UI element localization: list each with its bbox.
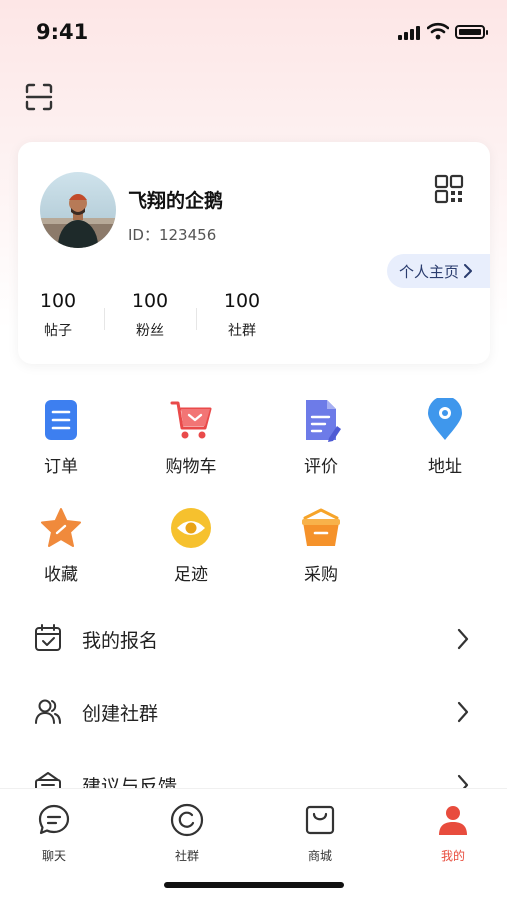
- shortcut-label: 收藏: [44, 565, 78, 585]
- location-icon: [428, 396, 462, 440]
- tab-profile[interactable]: 我的: [423, 803, 483, 864]
- menu-label: 创建社群: [82, 703, 159, 725]
- shortcut-purchase[interactable]: 采购: [276, 506, 366, 585]
- stat-value: 100: [223, 290, 261, 312]
- menu-label: 我的报名: [82, 630, 159, 652]
- menu-create-community[interactable]: 创建社群: [0, 681, 507, 741]
- tab-label: 社群: [174, 849, 199, 863]
- battery-icon: [455, 25, 488, 39]
- chevron-right-icon: [457, 628, 469, 650]
- shortcut-label: 评价: [304, 457, 338, 477]
- tab-label: 商城: [307, 849, 332, 863]
- home-indicator[interactable]: [164, 882, 344, 888]
- profile-icon: [439, 806, 467, 835]
- shortcut-review[interactable]: 评价: [276, 398, 366, 477]
- stat-fans[interactable]: 100 粉丝: [110, 290, 190, 340]
- shortcut-address[interactable]: 地址: [400, 396, 490, 477]
- stat-label: 粉丝: [136, 323, 164, 339]
- review-icon: [306, 400, 341, 442]
- eye-icon: [171, 508, 211, 548]
- stat-divider: [196, 308, 197, 330]
- shortcut-label: 足迹: [174, 565, 208, 585]
- username: 飞翔的企鹅: [128, 190, 224, 212]
- avatar[interactable]: [40, 172, 116, 248]
- shortcut-label: 采购: [304, 565, 338, 585]
- personal-homepage-button[interactable]: 个人主页: [387, 254, 490, 288]
- chevron-right-icon: [464, 264, 473, 278]
- chat-icon: [38, 804, 70, 835]
- tab-label: 我的: [440, 849, 465, 863]
- tab-chat[interactable]: 聊天: [24, 803, 84, 864]
- tab-shop[interactable]: 商城: [290, 803, 350, 864]
- users-icon: [35, 699, 61, 724]
- shortcut-label: 地址: [428, 457, 462, 477]
- tab-community[interactable]: 社群: [157, 803, 217, 864]
- shop-icon: [305, 805, 335, 835]
- shortcut-footprint[interactable]: 足迹: [146, 506, 236, 585]
- wifi-icon: [427, 22, 449, 40]
- chevron-right-icon: [457, 701, 469, 723]
- shortcut-order[interactable]: 订单: [16, 398, 106, 477]
- tab-label: 聊天: [41, 849, 66, 863]
- scan-icon[interactable]: [24, 82, 54, 112]
- star-icon: [41, 508, 81, 547]
- status-bar: 9:41: [0, 0, 507, 64]
- shortcut-label: 订单: [44, 457, 78, 477]
- stat-label: 社群: [228, 323, 256, 339]
- personal-homepage-label: 个人主页: [399, 262, 460, 281]
- profile-card: 飞翔的企鹅 ID：123456 个人主页 100 帖子 100 粉丝 100 社…: [18, 142, 490, 364]
- qr-code-icon[interactable]: [434, 174, 464, 204]
- shortcut-favorites[interactable]: 收藏: [16, 506, 106, 585]
- stat-communities[interactable]: 100 社群: [202, 290, 282, 340]
- stat-label: 帖子: [44, 323, 72, 339]
- cart-icon: [170, 401, 212, 439]
- shortcut-label: 购物车: [165, 457, 217, 477]
- status-time: 9:41: [36, 20, 89, 44]
- stat-value: 100: [39, 290, 77, 312]
- order-icon: [45, 400, 77, 440]
- profile-stats: 100 帖子 100 粉丝 100 社群: [18, 290, 318, 350]
- calendar-check-icon: [35, 624, 61, 651]
- shortcut-cart[interactable]: 购物车: [146, 398, 236, 477]
- user-id: ID：123456: [128, 226, 217, 244]
- basket-icon: [302, 508, 340, 546]
- cellular-signal-icon: [398, 26, 420, 40]
- stat-divider: [104, 308, 105, 330]
- community-icon: [170, 803, 204, 837]
- stat-posts[interactable]: 100 帖子: [18, 290, 98, 340]
- menu-my-registrations[interactable]: 我的报名: [0, 608, 507, 668]
- stat-value: 100: [131, 290, 169, 312]
